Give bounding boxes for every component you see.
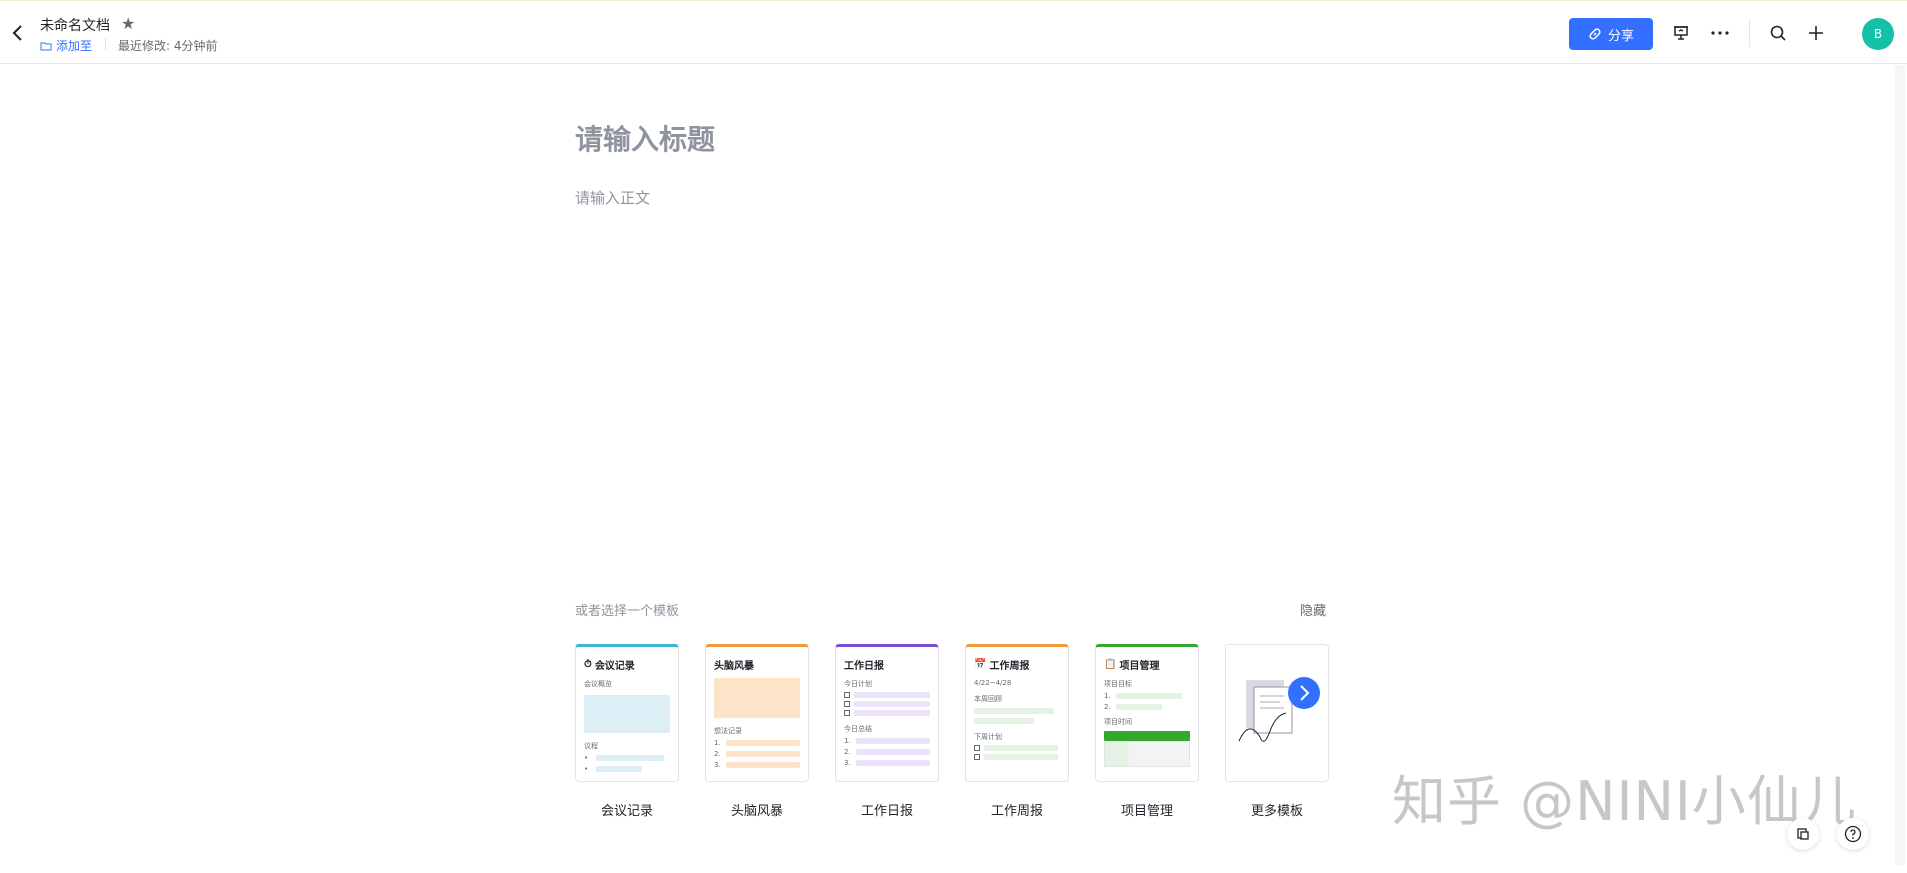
avatar[interactable]: B <box>1862 18 1894 50</box>
template-heading: 或者选择一个模板 <box>575 604 680 619</box>
checkbox-line <box>974 754 1060 760</box>
numbered-line: 3. <box>844 759 930 767</box>
numbered-line: 2. <box>1104 703 1190 711</box>
top-bar: 未命名文档 ★ 添加至 最近修改: 4分钟前 分享 B <box>0 0 1907 64</box>
card-subtitle: 下周计划 <box>974 733 1002 741</box>
template-card <box>1225 644 1329 782</box>
template-card: 📅 工作周报 4/22~4/28 本周回顾 下周计划 <box>965 644 1069 782</box>
add-to-folder-link[interactable]: 添加至 <box>40 37 92 54</box>
link-icon <box>1589 28 1601 40</box>
checkbox-line <box>844 701 930 707</box>
card-title: ⏱ 会议记录 <box>584 659 635 672</box>
folder-icon <box>40 42 52 50</box>
body-input[interactable]: 请输入正文 <box>575 187 650 208</box>
template-label: 头脑风暴 <box>730 804 783 819</box>
star-icon[interactable]: ★ <box>121 14 135 33</box>
card-title: 头脑风暴 <box>714 661 754 672</box>
numbered-line: 2. <box>714 750 800 758</box>
template-brainstorm[interactable]: 头脑风暴 想法记录 1. 2. 3. 头脑风暴 <box>705 644 809 819</box>
template-daily-report[interactable]: 工作日报 今日计划 今日总结 1. 2. 3. 工作日报 <box>835 644 939 819</box>
numbered-line: 1. <box>1104 692 1190 700</box>
clipboard-icon: 📋 <box>1104 659 1117 670</box>
divider <box>1749 19 1750 47</box>
bullet-line: • <box>584 765 670 773</box>
card-title: 📅 工作周报 <box>974 659 1030 672</box>
card-subtitle: 会议概览 <box>584 680 612 688</box>
template-label: 工作周报 <box>990 804 1043 819</box>
share-button[interactable]: 分享 <box>1569 18 1653 50</box>
hide-templates-button[interactable]: 隐藏 <box>1300 600 1326 619</box>
numbered-line: 3. <box>714 761 800 769</box>
checkbox-line <box>844 710 930 716</box>
template-more[interactable]: 更多模板 <box>1225 644 1329 819</box>
template-label: 工作日报 <box>860 804 913 819</box>
text-line <box>974 708 1054 714</box>
gantt-header <box>1104 731 1190 741</box>
numbered-line: 1. <box>844 737 930 745</box>
card-title: 工作日报 <box>844 661 884 672</box>
template-label: 会议记录 <box>600 804 653 819</box>
card-subtitle: 4/22~4/28 <box>974 679 1012 687</box>
card-subtitle: 想法记录 <box>714 727 742 735</box>
stopwatch-icon: ⏱ <box>584 659 592 670</box>
text-line <box>974 718 1034 724</box>
share-label: 分享 <box>1607 28 1634 44</box>
card-subtitle: 议程 <box>584 742 598 750</box>
card-title: 📋 项目管理 <box>1104 659 1160 672</box>
checkbox-line <box>974 745 1060 751</box>
doc-title[interactable]: 未命名文档 <box>40 15 110 35</box>
last-modified: 最近修改: 4分钟前 <box>118 39 218 53</box>
divider <box>105 38 106 50</box>
template-label: 更多模板 <box>1250 804 1303 819</box>
more-icon[interactable] <box>1708 21 1732 45</box>
template-card: 📋 项目管理 项目目标 1. 2. 项目时间 <box>1095 644 1199 782</box>
card-subtitle: 项目时间 <box>1104 718 1132 726</box>
template-project-management[interactable]: 📋 项目管理 项目目标 1. 2. 项目时间 项目管理 <box>1095 644 1199 819</box>
bullet-line: • <box>584 754 670 762</box>
template-card: 头脑风暴 想法记录 1. 2. 3. <box>705 644 809 782</box>
template-card: ⏱ 会议记录 会议概览 议程 • • <box>575 644 679 782</box>
template-card: 工作日报 今日计划 今日总结 1. 2. 3. <box>835 644 939 782</box>
more-templates-illustration <box>1238 677 1320 742</box>
numbered-line: 2. <box>844 748 930 756</box>
watermark: 知乎 @NINI小仙儿 <box>1392 770 1857 833</box>
copy-icon[interactable] <box>1787 818 1819 850</box>
presentation-icon[interactable] <box>1669 21 1693 45</box>
card-subtitle: 今日总结 <box>844 725 872 733</box>
card-subtitle: 今日计划 <box>844 680 872 688</box>
table-placeholder <box>714 678 800 718</box>
card-subtitle: 本周回顾 <box>974 695 1002 703</box>
gantt-body <box>1104 741 1190 767</box>
scrollbar[interactable] <box>1895 65 1905 865</box>
search-icon[interactable] <box>1766 21 1790 45</box>
table-placeholder <box>584 695 670 733</box>
checkbox-line <box>844 692 930 698</box>
template-meeting-notes[interactable]: ⏱ 会议记录 会议概览 议程 • • 会议记录 <box>575 644 679 819</box>
numbered-line: 1. <box>714 739 800 747</box>
back-arrow-icon[interactable] <box>8 21 28 45</box>
title-input[interactable]: 请输入标题 <box>575 118 715 158</box>
plus-icon[interactable] <box>1804 21 1828 45</box>
help-icon[interactable] <box>1837 818 1869 850</box>
card-subtitle: 项目目标 <box>1104 680 1132 688</box>
template-weekly-report[interactable]: 📅 工作周报 4/22~4/28 本周回顾 下周计划 工作周报 <box>965 644 1069 819</box>
template-label: 项目管理 <box>1120 804 1173 819</box>
calendar-icon: 📅 <box>974 659 987 670</box>
add-to-label: 添加至 <box>56 39 93 53</box>
